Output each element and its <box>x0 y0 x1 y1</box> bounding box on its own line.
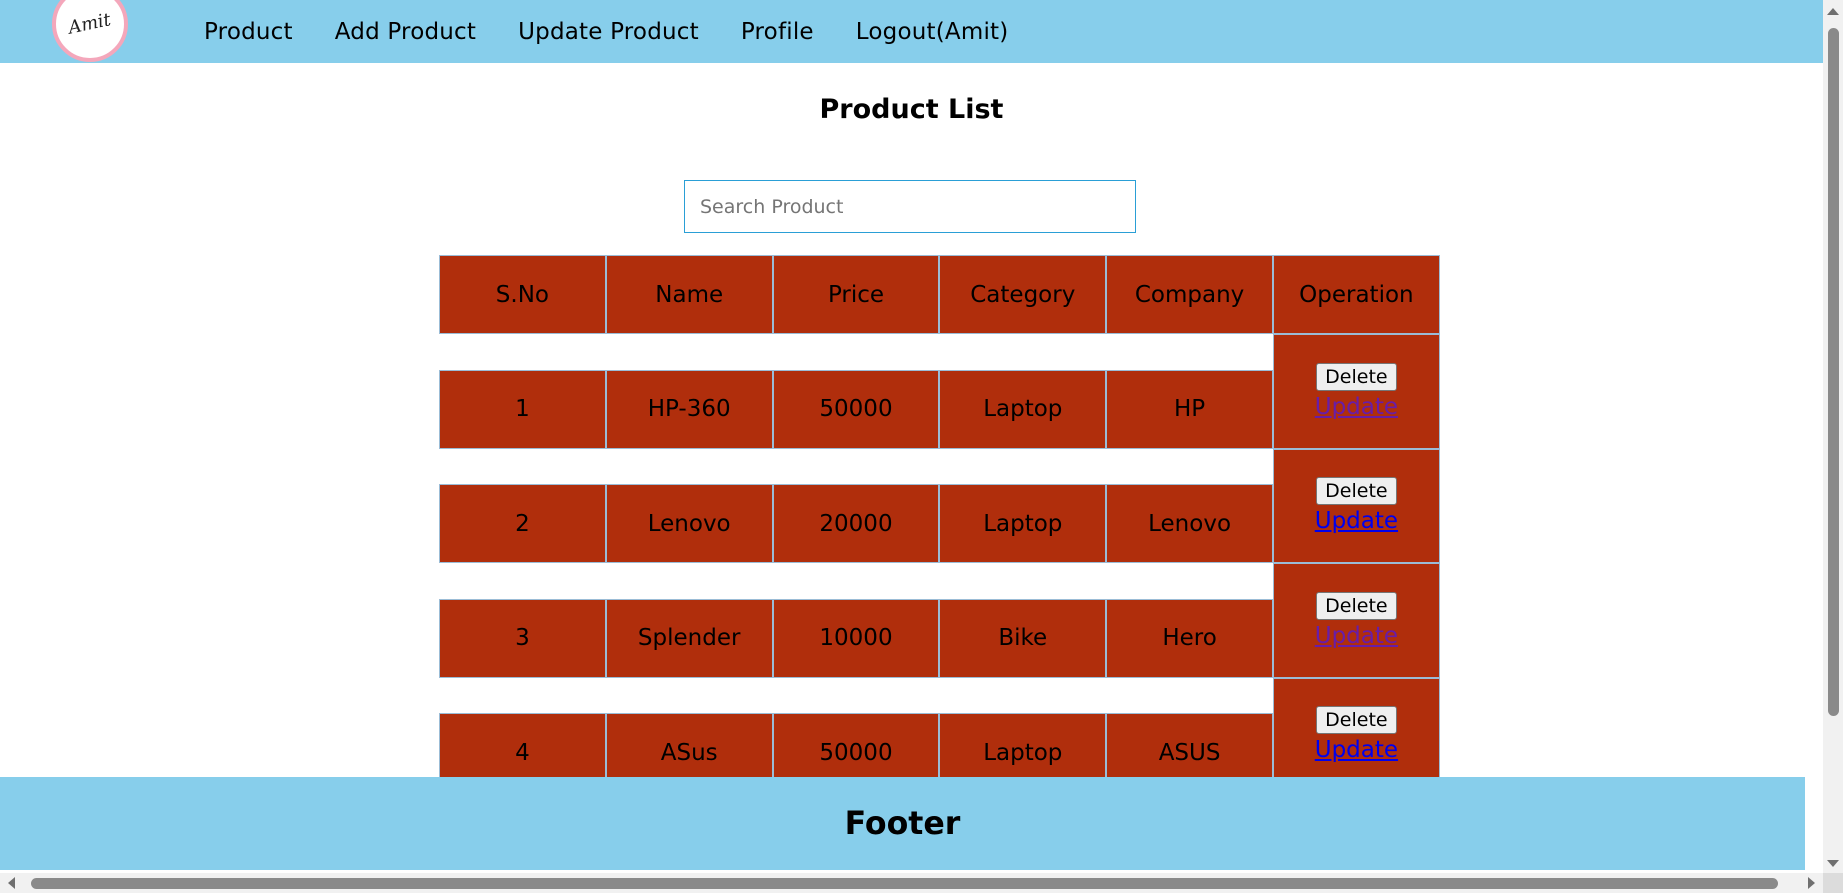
cell-category: Laptop <box>939 369 1107 449</box>
table-row: 2 Lenovo 20000 Laptop Lenovo Delete Upda… <box>439 448 1440 563</box>
cell-operation: Delete Update <box>1272 677 1440 792</box>
svg-text:Amit: Amit <box>65 9 114 39</box>
cell-operation: Delete Update <box>1272 563 1440 678</box>
header-company: Company <box>1106 255 1273 334</box>
cell-name: Lenovo <box>605 484 773 563</box>
cell-price: 20000 <box>772 484 940 563</box>
nav-link-product[interactable]: Product <box>204 19 293 45</box>
header-category: Category <box>939 255 1107 334</box>
cell-sno: 2 <box>439 484 606 563</box>
table-row: 1 HP-360 50000 Laptop HP Delete Update <box>439 334 1440 449</box>
cell-company: Lenovo <box>1106 484 1273 563</box>
nav-menu: Product Add Product Update Product Profi… <box>204 0 1050 63</box>
footer-text: Footer <box>844 805 961 842</box>
top-navbar: Amit Product Add Product Update Product … <box>0 0 1823 63</box>
delete-button[interactable]: Delete <box>1316 477 1397 506</box>
update-link[interactable]: Update <box>1315 623 1398 649</box>
search-input[interactable] <box>684 180 1136 233</box>
table-row: 3 Splender 10000 Bike Hero Delete Update <box>439 563 1440 678</box>
footer: Footer <box>0 777 1805 870</box>
logo-signature-icon: Amit <box>65 9 114 39</box>
logo[interactable]: Amit <box>52 0 128 62</box>
horizontal-scroll-thumb[interactable] <box>31 878 1778 889</box>
page-title: Product List <box>819 94 1004 125</box>
vertical-scroll-thumb[interactable] <box>1828 28 1839 716</box>
nav-link-logout[interactable]: Logout(Amit) <box>856 19 1009 45</box>
header-operation: Operation <box>1272 255 1440 334</box>
delete-button[interactable]: Delete <box>1316 591 1397 620</box>
scroll-left-arrow-icon[interactable] <box>8 877 15 889</box>
scroll-down-arrow-icon[interactable] <box>1827 860 1839 867</box>
scrollbar-corner <box>1823 873 1843 893</box>
horizontal-scrollbar[interactable] <box>0 873 1823 893</box>
cell-price: 50000 <box>772 369 940 449</box>
cell-sno: 1 <box>439 369 606 449</box>
header-price: Price <box>772 255 940 334</box>
cell-sno: 3 <box>439 598 606 678</box>
cell-category: Bike <box>939 598 1107 678</box>
update-link[interactable]: Update <box>1315 737 1398 763</box>
table-header-row: S.No Name Price Category Company Operati… <box>439 255 1440 334</box>
page-viewport: Amit Product Add Product Update Product … <box>0 0 1823 873</box>
update-link[interactable]: Update <box>1315 508 1398 534</box>
table-row: 4 ASus 50000 Laptop ASUS Delete Update <box>439 677 1440 792</box>
cell-company: Hero <box>1106 598 1273 678</box>
nav-link-add-product[interactable]: Add Product <box>335 19 476 45</box>
update-link[interactable]: Update <box>1315 394 1398 420</box>
cell-name: HP-360 <box>605 369 773 449</box>
cell-company: HP <box>1106 369 1273 449</box>
header-sno: S.No <box>439 255 606 334</box>
delete-button[interactable]: Delete <box>1316 706 1397 735</box>
header-name: Name <box>605 255 773 334</box>
product-table: S.No Name Price Category Company Operati… <box>439 255 1440 792</box>
scroll-up-arrow-icon[interactable] <box>1827 8 1839 15</box>
scroll-right-arrow-icon[interactable] <box>1808 877 1815 889</box>
nav-link-profile[interactable]: Profile <box>741 19 814 45</box>
vertical-scrollbar[interactable] <box>1823 0 1843 873</box>
cell-operation: Delete Update <box>1272 448 1440 563</box>
cell-category: Laptop <box>939 484 1107 563</box>
cell-price: 10000 <box>772 598 940 678</box>
nav-link-update-product[interactable]: Update Product <box>518 19 699 45</box>
delete-button[interactable]: Delete <box>1316 362 1397 391</box>
cell-name: Splender <box>605 598 773 678</box>
cell-operation: Delete Update <box>1272 334 1440 449</box>
